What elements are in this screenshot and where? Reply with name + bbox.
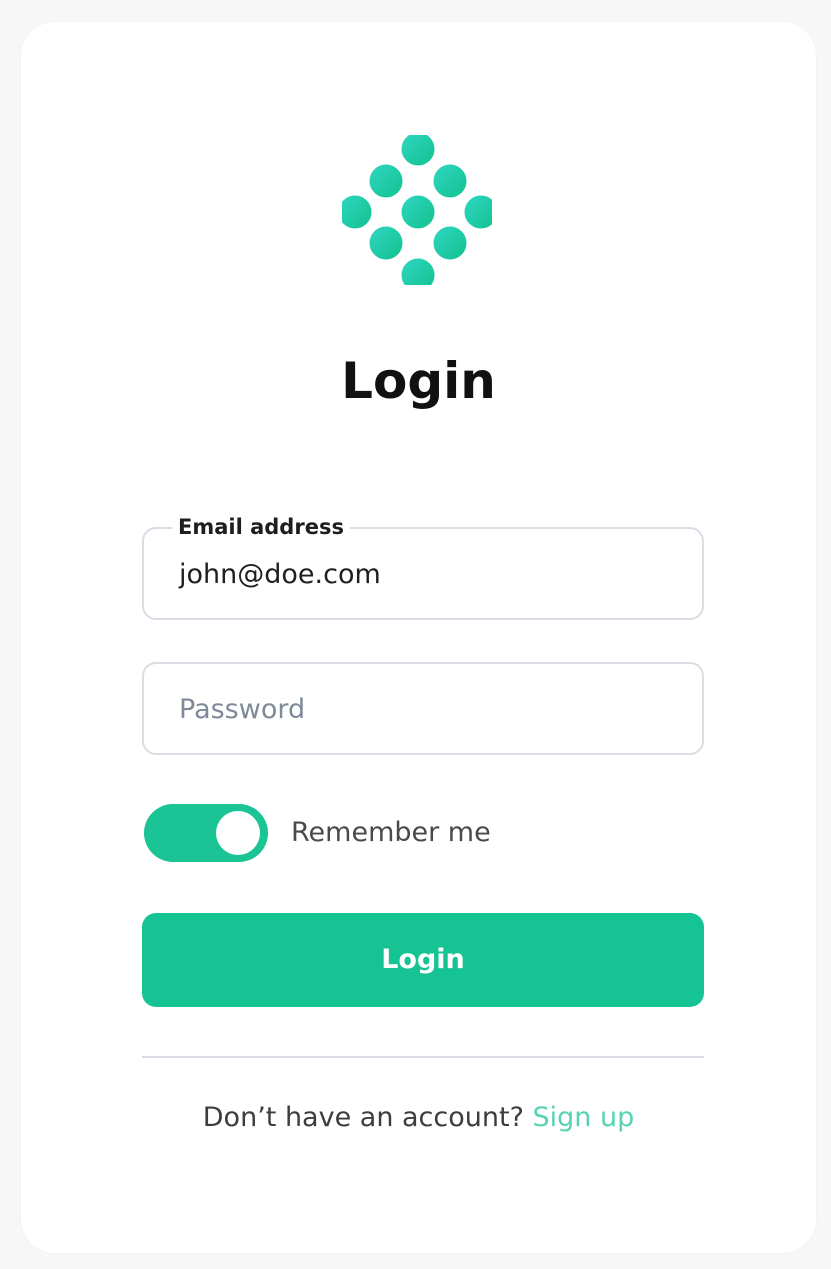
logo-icon (342, 135, 492, 285)
email-input-value[interactable]: john@doe.com (179, 557, 381, 593)
password-field[interactable]: Password (142, 662, 704, 755)
remember-me-label[interactable]: Remember me (291, 815, 491, 851)
signup-row: Don’t have an account? Sign up (21, 1100, 816, 1136)
page-title: Login (341, 352, 496, 410)
email-field-label: Email address (172, 513, 350, 541)
email-field[interactable]: Email address john@doe.com (142, 513, 704, 620)
password-placeholder[interactable]: Password (179, 692, 305, 728)
signup-link[interactable]: Sign up (533, 1102, 635, 1133)
remember-me-toggle[interactable] (144, 804, 268, 862)
login-card: Login Email address john@doe.com Passwor… (21, 22, 816, 1253)
toggle-knob[interactable] (216, 811, 260, 855)
login-button[interactable]: Login (142, 913, 704, 1007)
signup-prompt: Don’t have an account? (202, 1102, 524, 1133)
divider (142, 1056, 704, 1058)
